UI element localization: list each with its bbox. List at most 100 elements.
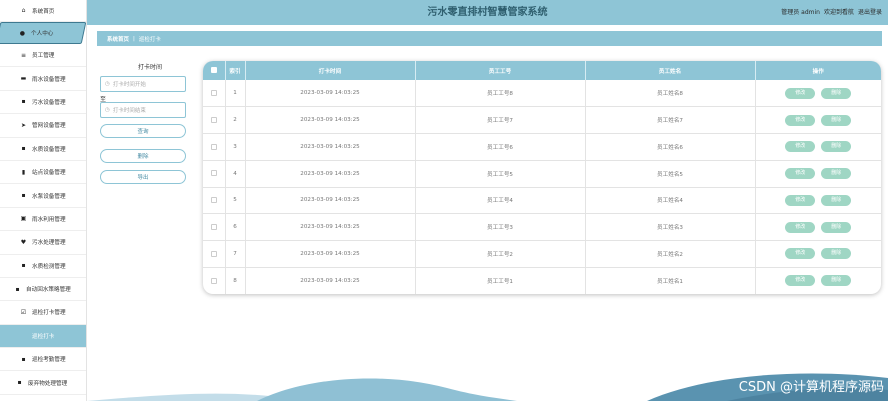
sidebar-item-label: 员工管理	[32, 53, 55, 60]
sidebar-item-checkin-manage[interactable]: ☑ 巡检打卡管理	[0, 301, 86, 325]
col-emp-name: 员工姓名	[585, 61, 756, 80]
delete-button[interactable]: 删除	[821, 248, 852, 260]
sidebar-item-pipe-device[interactable]: ➤ 管网设备管理	[0, 114, 86, 138]
grid-icon: ▪	[17, 379, 22, 387]
table-row: 2 2023-03-09 14:03:25 员工工号7 员工姓名7 修改 删除	[203, 106, 881, 134]
sidebar-item-rain-use[interactable]: ▣ 雨水利用管理	[0, 208, 86, 232]
select-all-cell	[203, 61, 226, 80]
sidebar-subitem-checkin[interactable]: 巡检打卡	[0, 324, 86, 349]
cell-emp-name: 员工姓名8	[585, 80, 756, 107]
delete-button[interactable]: 删除	[821, 275, 852, 287]
sidebar-item-label: 污水处理管理	[32, 240, 66, 247]
edit-button[interactable]: 修改	[785, 221, 816, 233]
grid-icon: ▪	[21, 145, 26, 153]
query-button[interactable]: 查询	[100, 124, 186, 138]
cell-emp-no: 员工工号1	[415, 267, 586, 294]
home-icon: ⌂	[21, 7, 26, 14]
welcome-link[interactable]: 欢迎到看航	[824, 0, 854, 25]
edit-button[interactable]: 修改	[785, 141, 816, 153]
col-ops: 操作	[812, 68, 824, 75]
sidebar-item-quality-device[interactable]: ▪ 水质设备管理	[0, 138, 86, 161]
sidebar-item-sewage-device[interactable]: ▪ 污水设备管理	[0, 91, 86, 115]
sidebar-item-label: 巡检打卡	[32, 333, 55, 340]
briefcase-icon: ▬	[20, 75, 27, 83]
breadcrumb-current: 巡检打卡	[138, 36, 161, 43]
delete-button[interactable]: 删除	[821, 168, 852, 180]
cell-time: 2023-03-09 14:03:25	[245, 80, 416, 107]
sidebar-item-rain-device[interactable]: ▬ 雨水设备管理	[0, 67, 86, 91]
sidebar-item-label: 管网设备管理	[32, 123, 66, 130]
trash-icon: ▣	[20, 215, 27, 223]
sidebar-item-sewage-treatment[interactable]: ♥ 污水处理管理	[0, 231, 86, 255]
top-header: 污水零直排村智慧管家系统 管理员 admin 欢迎到看航 退出登录	[87, 0, 888, 25]
row-checkbox[interactable]	[210, 143, 217, 150]
edit-button[interactable]: 修改	[785, 248, 816, 260]
edit-button[interactable]: 修改	[785, 275, 816, 287]
edit-button[interactable]: 修改	[785, 87, 816, 99]
cell-index: 6	[225, 213, 246, 241]
sidebar-item-label: 系统首页	[32, 8, 55, 15]
end-time-placeholder: 打卡时间结束	[112, 108, 146, 114]
row-checkbox[interactable]	[210, 250, 217, 257]
row-checkbox[interactable]	[210, 277, 217, 284]
delete-button[interactable]: 删除	[821, 141, 852, 153]
clock-icon: ◷	[105, 107, 110, 113]
cell-time: 2023-03-09 14:03:25	[245, 267, 416, 294]
cell-index: 5	[225, 187, 246, 214]
sidebar-item-home[interactable]: ⌂ 系统首页	[0, 0, 86, 22]
sidebar-item-profile[interactable]: ● 个人中心	[0, 22, 87, 44]
cell-emp-no: 员工工号6	[415, 133, 586, 161]
cell-emp-name: 员工姓名1	[585, 267, 756, 294]
edit-button[interactable]: 修改	[785, 114, 816, 126]
sidebar-item-auto-return[interactable]: ▪ 自动回水策略管理	[0, 278, 86, 302]
sidebar-item-label: 巡检考勤管理	[32, 357, 66, 364]
edit-button[interactable]: 修改	[785, 194, 816, 206]
clock-icon: ◷	[105, 81, 110, 87]
cell-emp-name: 员工姓名2	[585, 240, 756, 268]
cell-emp-no: 员工工号4	[415, 187, 586, 214]
sidebar-item-attendance[interactable]: ▪ 巡检考勤管理	[0, 348, 86, 372]
col-emp-no: 员工工号	[415, 61, 586, 80]
row-checkbox[interactable]	[210, 197, 217, 204]
chart-icon: ▮	[21, 168, 26, 176]
cell-index: 4	[225, 160, 246, 187]
cell-index: 3	[225, 133, 246, 161]
cell-emp-no: 员工工号2	[415, 240, 586, 268]
sidebar-item-label: 水质设备管理	[32, 146, 66, 153]
sidebar-item-pump-device[interactable]: ▪ 水泵设备管理	[0, 184, 86, 208]
search-panel: 打卡时间 ◷ 打卡时间开始 至 ◷ 打卡时间结束 查询 删除 导出	[100, 62, 188, 184]
delete-button[interactable]: 删除	[821, 221, 852, 233]
row-checkbox[interactable]	[210, 89, 217, 96]
cell-index: 1	[225, 80, 246, 107]
select-all-checkbox[interactable]	[210, 67, 217, 74]
cell-emp-name: 员工姓名5	[585, 160, 756, 187]
sidebar-item-quality-test[interactable]: ▪ 水质检测管理	[0, 255, 86, 278]
cell-index: 7	[225, 240, 246, 268]
delete-button[interactable]: 删除	[821, 87, 852, 99]
sidebar-item-label: 水泵设备管理	[32, 193, 66, 200]
sidebar-item-label: 水质检测管理	[32, 263, 66, 270]
sidebar-item-waste[interactable]: ▪ 废弃物处理管理	[0, 371, 86, 395]
row-checkbox[interactable]	[210, 170, 217, 177]
sidebar-item-staff[interactable]: ≡ 员工管理	[0, 44, 86, 68]
end-time-input[interactable]: ◷ 打卡时间结束	[100, 102, 186, 118]
row-checkbox[interactable]	[210, 116, 217, 123]
batch-delete-button[interactable]: 删除	[100, 149, 186, 163]
cell-time: 2023-03-09 14:03:25	[245, 187, 416, 214]
cell-emp-name: 员工姓名3	[585, 213, 756, 241]
edit-button[interactable]: 修改	[785, 168, 816, 180]
cell-time: 2023-03-09 14:03:25	[245, 213, 416, 241]
cell-time: 2023-03-09 14:03:25	[245, 160, 416, 187]
send-icon: ➤	[20, 121, 27, 129]
export-button[interactable]: 导出	[100, 170, 186, 184]
logout-link[interactable]: 退出登录	[858, 0, 882, 25]
data-table: 索引 打卡时间 员工工号 员工姓名 操作 1 2023-03-09 14:03:…	[203, 61, 881, 294]
delete-button[interactable]: 删除	[821, 114, 852, 126]
col-index: 索引	[225, 61, 246, 80]
row-checkbox[interactable]	[210, 223, 217, 230]
breadcrumb-home[interactable]: 系统首页	[107, 35, 129, 43]
cell-index: 2	[225, 106, 246, 134]
start-time-input[interactable]: ◷ 打卡时间开始	[100, 76, 186, 92]
delete-button[interactable]: 删除	[821, 194, 852, 206]
sidebar-item-station-device[interactable]: ▮ 站点设备管理	[0, 161, 86, 185]
